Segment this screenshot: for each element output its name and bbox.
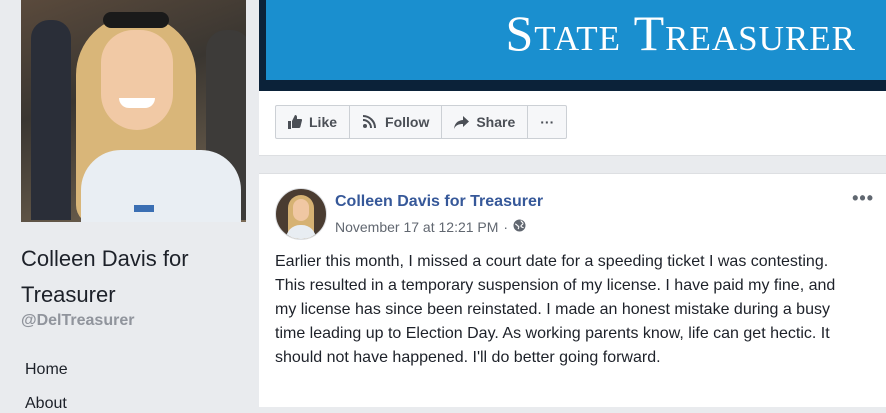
post-options-button[interactable]: ••• (852, 188, 874, 209)
share-arrow-icon (454, 115, 470, 129)
photo-shirt (81, 150, 241, 222)
nav-home[interactable]: Home (25, 361, 68, 379)
globe-icon[interactable] (513, 219, 526, 235)
more-icon: ··· (540, 114, 555, 130)
thumbs-up-icon (288, 115, 302, 129)
action-button-group: Like Follow Share ··· (275, 105, 568, 139)
cover-frame: State Treasurer (259, 0, 886, 91)
meta-separator: · (503, 219, 509, 235)
page-handle[interactable]: @DelTreasurer (21, 312, 134, 330)
more-actions-button[interactable]: ··· (528, 106, 566, 138)
left-column: Colleen Davis for Treasurer @DelTreasure… (0, 0, 259, 412)
photo-face (101, 30, 173, 130)
post-card: Colleen Davis for Treasurer November 17 … (259, 173, 886, 407)
share-button[interactable]: Share (442, 106, 529, 138)
share-label: Share (476, 114, 516, 130)
cover-title: State Treasurer (505, 5, 856, 61)
like-button[interactable]: Like (276, 106, 351, 138)
post-body: Earlier this month, I missed a court dat… (275, 253, 836, 366)
page-name[interactable]: Colleen Davis for Treasurer (21, 241, 251, 313)
nav-about[interactable]: About (25, 395, 67, 413)
photo-smile (119, 98, 155, 108)
post-author-link[interactable]: Colleen Davis for Treasurer (335, 193, 543, 211)
page-actions-bar: Like Follow Share ··· (259, 91, 886, 156)
post-meta: November 17 at 12:21 PM · (335, 219, 526, 235)
cover-banner[interactable]: State Treasurer (266, 0, 886, 80)
photo-name-tag (134, 205, 154, 212)
post-timestamp[interactable]: November 17 at 12:21 PM (335, 219, 498, 235)
follow-label: Follow (385, 114, 430, 130)
avatar-face (293, 199, 309, 221)
follow-button[interactable]: Follow (350, 106, 443, 138)
background-person (31, 20, 71, 220)
rss-icon (362, 115, 378, 129)
like-label: Like (309, 114, 338, 130)
profile-photo[interactable] (21, 0, 246, 222)
post-avatar[interactable] (275, 188, 327, 240)
photo-sunglasses (103, 12, 169, 28)
